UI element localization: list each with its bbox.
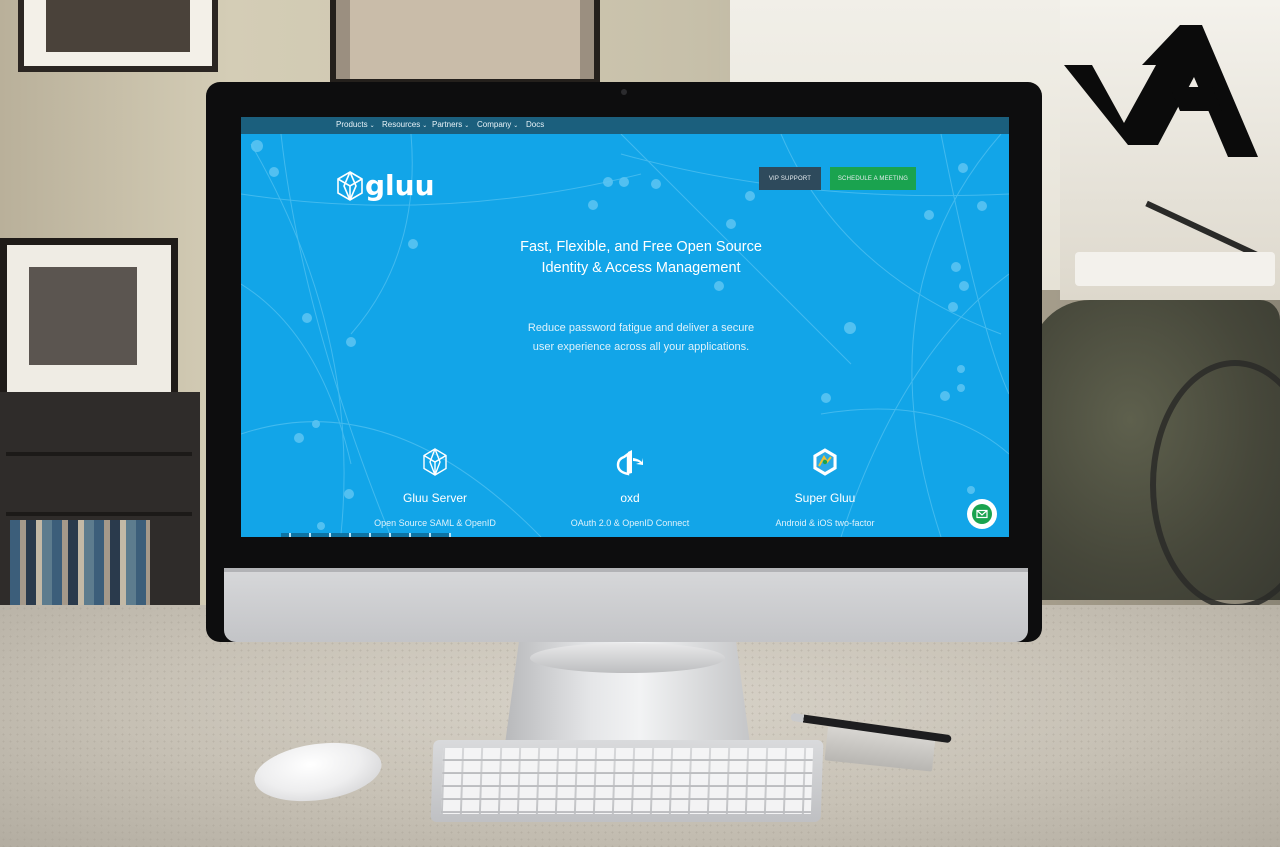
- monitor-chin: [224, 572, 1028, 642]
- vip-support-button[interactable]: VIP SUPPORT: [759, 167, 821, 190]
- feature-description: OAuth 2.0 & OpenID Connect: [570, 518, 690, 528]
- chevron-down-icon: ⌄: [422, 123, 428, 129]
- bicycle-sign: [1075, 252, 1275, 286]
- wall-frame-top-left: [18, 0, 218, 72]
- nav-item-products[interactable]: Products ⌄: [336, 120, 375, 129]
- nav-item-resources[interactable]: Resources ⌄: [382, 120, 427, 129]
- feature-super-gluu[interactable]: Super Gluu Android & iOS two-factor: [735, 447, 915, 528]
- feature-title: Gluu Server: [402, 491, 468, 505]
- nav-item-docs[interactable]: Docs: [526, 120, 544, 129]
- monitor-screen: Products ⌄ Resources ⌄ Partners ⌄ Company ⌄ …: [241, 117, 1009, 537]
- nav-item-partners[interactable]: Partners ⌄: [432, 120, 469, 129]
- va-brand-logo: [1064, 25, 1258, 157]
- feature-gluu-server[interactable]: Gluu Server Open Source SAML & OpenID: [345, 447, 525, 528]
- monitor-stand-ring: [530, 643, 725, 673]
- hero-headline-line-2: Identity & Access Management: [541, 260, 741, 276]
- top-navigation-bar: Products ⌄ Resources ⌄ Partners ⌄ Company ⌄ …: [241, 117, 1009, 134]
- hero-subheadline-line-2: user experience across all your applicat…: [532, 341, 750, 353]
- wall-frame-left: [0, 238, 178, 406]
- hero-subheadline-line-1: Reduce password fatigue and deliver a se…: [527, 322, 755, 334]
- schedule-meeting-button[interactable]: SCHEDULE A MEETING: [830, 167, 916, 190]
- nav-item-company[interactable]: Company ⌄: [477, 120, 518, 129]
- gluu-logo-text: gluu: [365, 169, 435, 202]
- gluu-polyhedron-icon: [337, 170, 363, 201]
- hero-headline: Fast, Flexible, and Free Open Source Ide…: [451, 237, 831, 279]
- feature-description: Open Source SAML & OpenID: [374, 518, 496, 528]
- hero-subheadline: Reduce password fatigue and deliver a se…: [471, 319, 811, 357]
- hero-headline-line-1: Fast, Flexible, and Free Open Source: [520, 239, 762, 255]
- chevron-down-icon: ⌄: [369, 123, 375, 129]
- feature-oxd[interactable]: oxd OAuth 2.0 & OpenID Connect: [540, 447, 720, 528]
- chevron-down-icon: ⌄: [513, 123, 519, 129]
- feature-title: oxd: [620, 491, 640, 505]
- feature-title: Super Gluu: [794, 491, 856, 505]
- polyhedron-icon: [423, 448, 447, 476]
- chat-button[interactable]: [967, 499, 997, 529]
- wall-frame-top-middle: [330, 0, 600, 85]
- super-gluu-badge-icon: [813, 448, 837, 476]
- openid-logo-icon: [616, 450, 643, 476]
- keyboard: [430, 740, 824, 822]
- screen-render-artifact: [281, 533, 451, 537]
- gluu-logo[interactable]: gluu: [337, 169, 435, 202]
- feature-description: Android & iOS two-factor: [775, 518, 875, 528]
- chat-envelope-icon: [976, 509, 988, 519]
- camera-icon: [621, 89, 627, 95]
- books: [10, 520, 150, 608]
- chevron-down-icon: ⌄: [464, 123, 470, 129]
